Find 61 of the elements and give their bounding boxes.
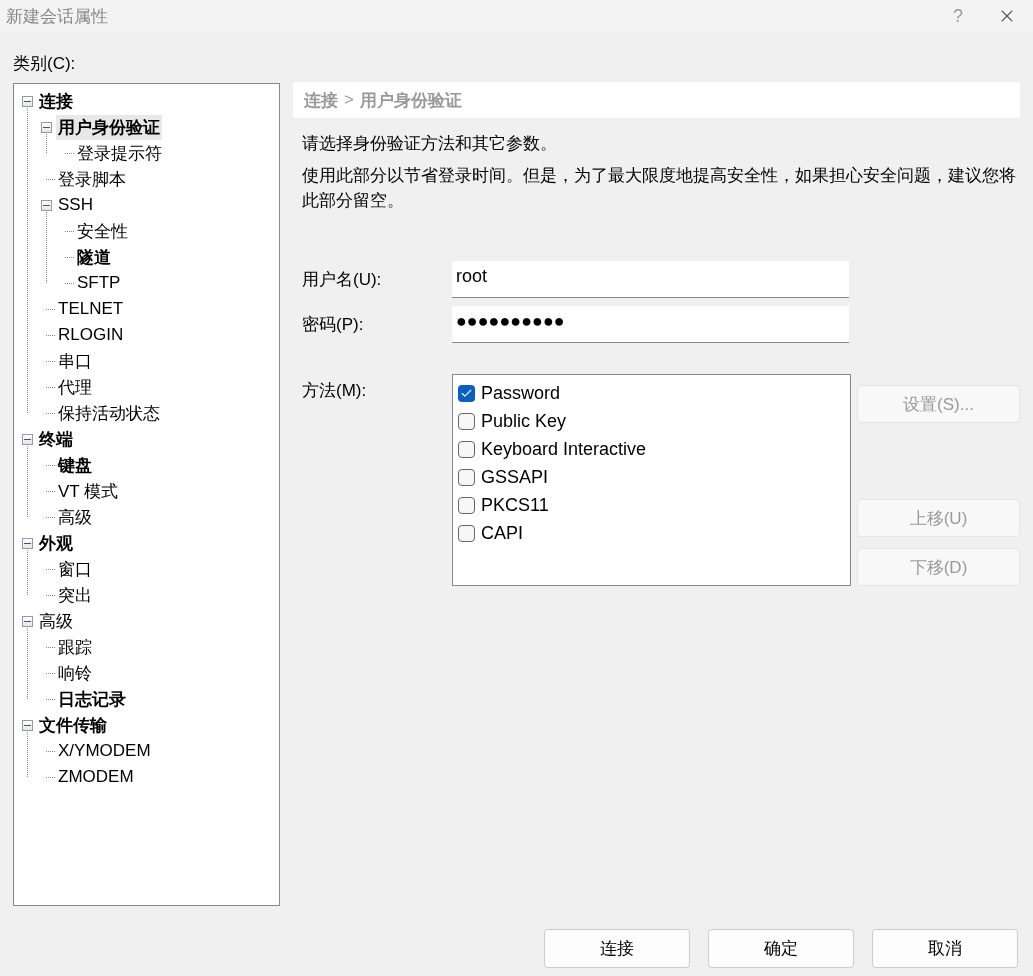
tree-item[interactable]: SSH xyxy=(56,194,95,216)
expand-toggle[interactable] xyxy=(21,615,33,627)
tree-item[interactable]: 隧道 xyxy=(75,244,113,270)
tree-item[interactable]: 高级 xyxy=(56,504,94,530)
tree-item[interactable]: 外观 xyxy=(37,530,75,556)
tree-item[interactable]: 登录脚本 xyxy=(56,166,128,192)
tree-item[interactable]: 安全性 xyxy=(75,218,130,244)
checkbox[interactable] xyxy=(458,412,475,430)
expand-toggle[interactable] xyxy=(21,95,33,107)
tree-item[interactable]: TELNET xyxy=(56,298,126,320)
tree-item[interactable]: X/YMODEM xyxy=(56,740,153,762)
checkbox[interactable] xyxy=(458,468,475,486)
method-label: GSSAPI xyxy=(481,466,549,488)
tree-item[interactable]: 用户身份验证 xyxy=(56,114,162,140)
tree-item[interactable]: 响铃 xyxy=(56,660,94,686)
tree-item[interactable]: 文件传输 xyxy=(37,712,109,738)
method-label: Password xyxy=(481,382,561,404)
expand-toggle[interactable] xyxy=(40,121,52,133)
method-label: PKCS11 xyxy=(481,494,549,516)
method-label: Keyboard Interactive xyxy=(481,438,647,460)
tree-item[interactable]: ZMODEM xyxy=(56,766,136,788)
tree-item[interactable]: 代理 xyxy=(56,374,94,400)
tree-item[interactable]: 登录提示符 xyxy=(75,140,164,166)
field-label: 方法(M): xyxy=(302,380,368,402)
tree-item[interactable]: VT 模式 xyxy=(56,478,121,504)
checkbox[interactable] xyxy=(458,496,475,514)
input-field[interactable]: ●●●●●●●●●● xyxy=(452,306,849,343)
checkbox[interactable] xyxy=(458,440,475,458)
dialog-button[interactable]: 确定 xyxy=(708,929,854,968)
method-label: CAPI xyxy=(481,522,523,544)
window-title: 新建会话属性 xyxy=(6,5,109,28)
tree-item[interactable]: 键盘 xyxy=(56,452,94,478)
checkbox[interactable] xyxy=(458,524,475,542)
description-text: 使用此部分以节省登录时间。但是，为了最大限度地提高安全性，如果担心安全问题，建议您将此部分留空。 xyxy=(301,165,1017,212)
tree-item[interactable]: 终端 xyxy=(37,426,75,452)
breadcrumb-separator: > xyxy=(344,90,354,110)
category-label: 类别(C): xyxy=(13,53,76,75)
input-field[interactable]: root xyxy=(452,261,849,298)
dialog-button[interactable]: 连接 xyxy=(544,929,690,968)
expand-toggle[interactable] xyxy=(40,199,52,211)
tree-item[interactable]: 连接 xyxy=(37,88,75,114)
tree-item[interactable]: RLOGIN xyxy=(56,324,126,346)
tree-item[interactable]: 窗口 xyxy=(56,556,94,582)
tree-item[interactable]: 突出 xyxy=(56,582,94,608)
expand-toggle[interactable] xyxy=(21,433,33,445)
field-label: 密码(P): xyxy=(302,314,365,336)
expand-toggle[interactable] xyxy=(21,719,33,731)
checkbox[interactable] xyxy=(458,384,475,402)
dialog-button[interactable]: 取消 xyxy=(872,929,1018,968)
method-label: Public Key xyxy=(481,410,567,432)
tree-item[interactable]: 高级 xyxy=(37,608,75,634)
field-label: 用户名(U): xyxy=(302,269,383,291)
tree-item[interactable]: 跟踪 xyxy=(56,634,94,660)
tree-item[interactable]: 串口 xyxy=(56,348,94,374)
tree-item[interactable]: 保持活动状态 xyxy=(56,400,162,426)
breadcrumb-item: 连接 xyxy=(304,89,338,112)
breadcrumb-item: 用户身份验证 xyxy=(359,89,462,112)
expand-toggle[interactable] xyxy=(21,537,33,549)
intro-text: 请选择身份验证方法和其它参数。 xyxy=(301,133,558,155)
tree-item[interactable]: SFTP xyxy=(75,272,123,294)
tree-item[interactable]: 日志记录 xyxy=(56,686,128,712)
